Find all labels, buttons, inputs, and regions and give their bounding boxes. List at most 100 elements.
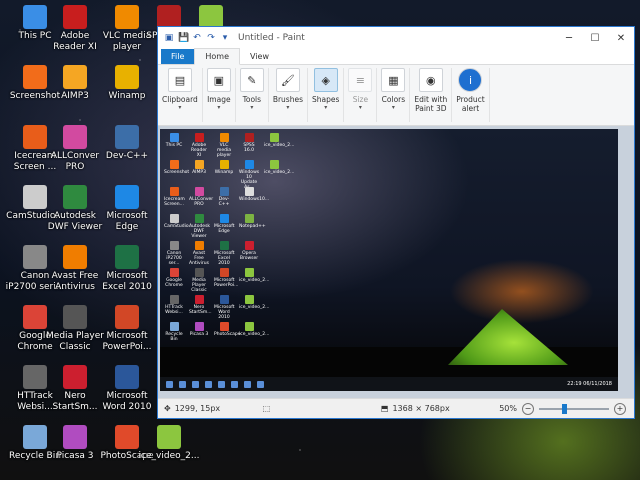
pasted-icon-label: ice_video_2... [264,143,295,148]
avast-icon [63,245,87,269]
pasted-desktop-icon: Avast Free Antivirus [189,241,209,266]
pasted-icon-image [169,160,179,169]
pasted-desktop-icon: Picasa 3 [189,322,209,337]
ribbon-group-shapes[interactable]: ◈ Shapes ▾ [308,68,345,122]
pasted-desktop-icon: Winamp [214,160,234,175]
shapes-icon: ◈ [313,68,338,92]
pasted-desktop-icon: HTTrack Websi... [164,295,184,315]
ribbon-tabs: File Home View [158,48,634,65]
ribbon: ▤ Clipboard ▾ ▣ Image ▾ ✎ Tools ▾ 🖌 Brushes ▾ ◈ Shape… [158,65,634,126]
image-icon: ▣ [206,68,231,92]
ribbon-group-edit-with-paint-3d[interactable]: ◉ Edit with Paint 3D [410,68,453,122]
winamp-icon [115,65,139,89]
desktop-icon[interactable]: Microsoft Edge [92,185,162,233]
ribbon-group-tools[interactable]: ✎ Tools ▾ [236,68,269,122]
zoom-slider-thumb[interactable] [562,403,567,414]
pasted-icon-image [194,322,204,331]
redo-icon[interactable]: ↷ [206,33,216,43]
pasted-desktop-icon: Media Player Classic [189,268,209,293]
pasted-desktop-icon: ice_video_2... [239,268,270,283]
paint-window[interactable]: ▣ 💾 ↶ ↷ ▾ Untitled - Paint ─ ☐ ✕ File Ho… [157,26,635,419]
powerpoint-icon [115,305,139,329]
pasted-icon-label: Microsoft Word 2010 [214,305,235,320]
desktop-icon[interactable]: Dev-C++ [92,125,162,162]
minimize-button[interactable]: ─ [556,33,582,44]
pasted-desktop-icon: Microsoft PowerPoi... [214,268,239,288]
pasted-icon-image [269,133,279,142]
pasted-icon-label: Winamp [214,170,234,175]
tab-file[interactable]: File [161,49,195,64]
pasted-desktop-icon: PhotoScape [214,322,241,337]
pasted-icon-label: ice_video_2... [239,305,270,310]
ribbon-group-clipboard[interactable]: ▤ Clipboard ▾ [158,68,203,122]
colors-icon: ▦ [381,68,406,92]
video-file-icon [157,425,181,449]
customize-toolbar-icon[interactable]: ▾ [220,33,230,43]
pasted-desktop-icon: Windows10... [239,187,269,202]
title-bar[interactable]: ▣ 💾 ↶ ↷ ▾ Untitled - Paint ─ ☐ ✕ [158,27,634,49]
save-icon[interactable]: 💾 [178,33,189,43]
desktop-icon-label: Microsoft Edge [106,211,148,232]
pasted-icon-image [244,133,254,142]
canvas-area: This PC Adobe Reader XI VLC media player SP… [158,126,634,400]
pasted-icon-image [244,268,254,277]
close-button[interactable]: ✕ [608,33,634,44]
cursor-icon: ✥ [164,404,171,413]
pasted-desktop-icon: Adobe Reader XI [189,133,209,158]
pasted-icon-image [244,160,254,169]
pasted-icon-label: Opera Browser [239,251,259,261]
pasted-desktop-icon: Microsoft Excel 2010 [214,241,234,266]
pasted-desktop-icon: ice_video_2... [239,322,270,337]
pasted-icon-image [169,133,179,142]
window-controls: ─ ☐ ✕ [556,33,634,44]
dropdown-arrow-icon: ▾ [324,104,328,111]
pasted-desktop-icon: Opera Browser [239,241,259,261]
pasted-icon-label: AIMP3 [192,170,206,175]
desktop-icon[interactable]: Winamp [92,65,162,102]
maximize-button[interactable]: ☐ [582,33,608,44]
pasted-desktop-icon: Microsoft Word 2010 [214,295,234,320]
pasted-icon-image [244,241,254,250]
pasted-icon-image [244,214,254,223]
tab-home[interactable]: Home [194,48,241,65]
pasted-icon-label: ice_video_2... [239,332,270,337]
pasted-icon-image [219,241,229,250]
pasted-icon-label: Dev-C++ [218,197,230,207]
desktop-icon[interactable]: Microsoft Excel 2010 [92,245,162,293]
pasted-icon-image [219,322,229,331]
ribbon-group-colors[interactable]: ▦ Colors ▾ [377,68,411,122]
ribbon-group-size[interactable]: ≡ Size ▾ [344,68,378,122]
pasted-icon-image [219,187,229,196]
pasted-icon-label: Microsoft PowerPoi... [214,278,239,288]
pasted-icon-image [194,160,204,169]
desktop-icon-label: Microsoft Excel 2010 [102,271,152,292]
pasted-icon-image [194,295,204,304]
ribbon-group-brushes[interactable]: 🖌 Brushes ▾ [269,68,308,122]
desktop-icon[interactable]: Microsoft PowerPoi... [92,305,162,353]
zoom-in-button[interactable]: + [614,402,626,415]
pasted-icon-label: Nero StartSm... [189,305,212,315]
tab-view[interactable]: View [240,49,279,64]
zoom-slider[interactable] [539,403,609,414]
undo-icon[interactable]: ↶ [192,33,202,43]
pasted-desktop-icon: Windows 10 Update As... [239,160,259,190]
desktop-icon[interactable]: ice_video_2... [134,425,204,462]
pasted-icon-image [219,133,229,142]
ribbon-label: Clipboard [162,95,198,104]
pasted-icon-image [169,241,179,250]
ribbon-group-image[interactable]: ▣ Image ▾ [203,68,236,122]
desktop-icon[interactable]: Microsoft Word 2010 [92,365,162,413]
pasted-desktop-icon: Notepad++ [239,214,266,229]
pasted-icon-label: Microsoft Edge [214,224,235,234]
allconverter-icon [63,125,87,149]
pasted-icon-image [219,268,229,277]
image-dimensions-text: 1368 × 768px [392,404,450,413]
dropdown-arrow-icon: ▾ [358,104,362,111]
pasted-icon-label: ice_video_2... [239,278,270,283]
desktop-icon-label: Winamp [108,91,146,101]
ribbon-group-product-alert[interactable]: i Product alert [452,68,490,122]
ribbon-label: Edit with Paint 3D [414,95,448,113]
pasted-desktop-icon: CamStudio... [164,214,193,229]
drawing-canvas[interactable]: This PC Adobe Reader XI VLC media player SP… [160,129,618,391]
zoom-out-button[interactable]: − [522,402,534,415]
